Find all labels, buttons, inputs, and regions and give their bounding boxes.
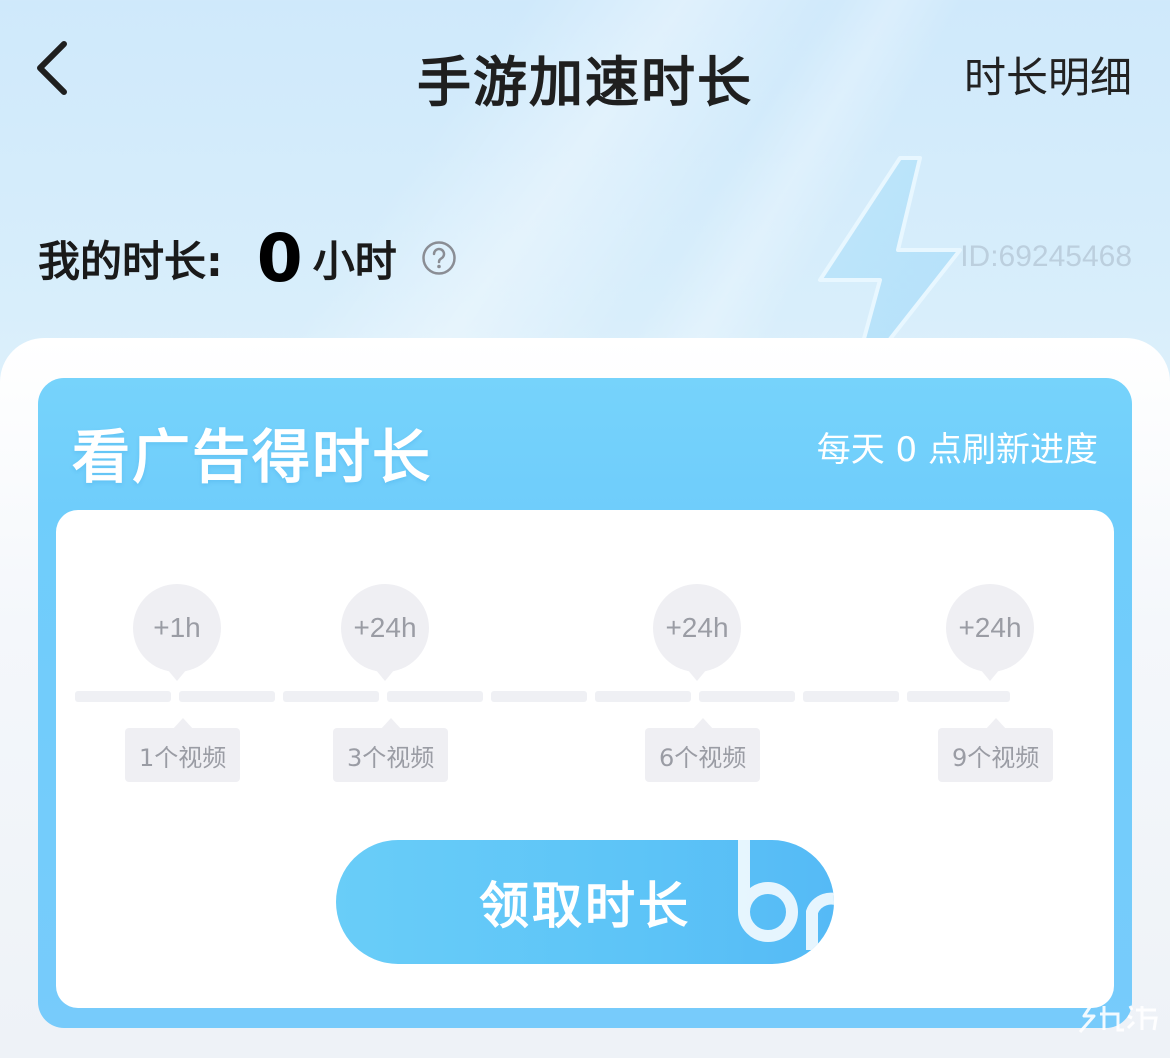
- progress-segment: [179, 691, 275, 702]
- milestone-reward: +24h: [946, 584, 1034, 681]
- milestone-reward: +24h: [341, 584, 429, 681]
- milestone-reward: +24h: [653, 584, 741, 681]
- progress-segment: [283, 691, 379, 702]
- milestone-requirement: 6个视频: [645, 718, 761, 782]
- claim-duration-button[interactable]: 领取时长: [336, 840, 834, 964]
- progress-segment: [595, 691, 691, 702]
- my-duration-value: 0: [256, 219, 303, 297]
- milestone-reward: +1h: [133, 584, 221, 681]
- card-title: 看广告得时长: [72, 423, 433, 491]
- my-duration: 我的时长: 0 小时: [38, 219, 457, 297]
- duration-detail-link[interactable]: 时长明细: [964, 44, 1132, 105]
- milestone-requirement: 3个视频: [333, 718, 449, 782]
- refresh-note: 每天 0 点刷新进度: [816, 430, 1098, 470]
- user-id: ID:69245468: [960, 240, 1132, 273]
- progress-segment: [75, 691, 171, 702]
- header: 手游加速时长 时长明细: [0, 0, 1170, 140]
- progress-panel: +1h +24h +24h +24h 1个视频 3个视频 6个视频 9个视频 领…: [56, 510, 1114, 1008]
- progress-segment: [803, 691, 899, 702]
- progress-segment: [387, 691, 483, 702]
- milestone-requirement: 9个视频: [938, 718, 1054, 782]
- ad-reward-card: 看广告得时长 每天 0 点刷新进度 +1h +24h +24h +24h 1个视…: [38, 378, 1132, 1028]
- progress-segment: [491, 691, 587, 702]
- help-icon[interactable]: [421, 240, 457, 276]
- decorative-glyph-icon: [738, 840, 834, 950]
- my-duration-unit: 小时: [312, 236, 397, 286]
- progress-segment: [907, 691, 1010, 702]
- milestone-requirement: 1个视频: [125, 718, 241, 782]
- watermark-logo-icon: [1076, 1002, 1158, 1033]
- progress-segment: [699, 691, 795, 702]
- my-duration-label: 我的时长:: [38, 236, 223, 286]
- claim-duration-label: 领取时长: [479, 877, 691, 935]
